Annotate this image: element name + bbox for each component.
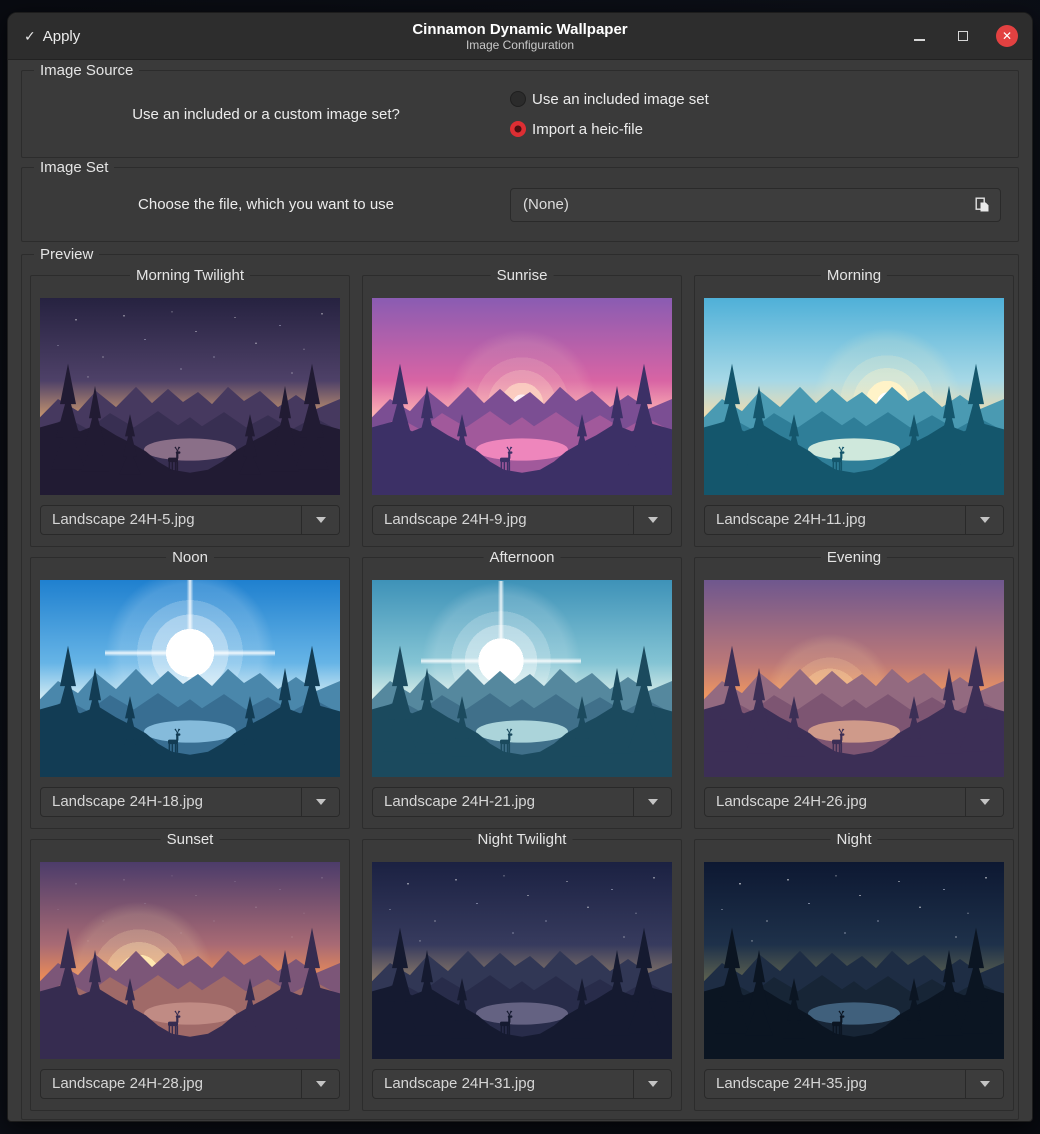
- landscape-scene: [372, 862, 672, 1059]
- image-select[interactable]: Landscape 24H-18.jpg: [40, 787, 340, 817]
- image-select[interactable]: Landscape 24H-5.jpg: [40, 505, 340, 535]
- check-icon: ✓: [24, 28, 36, 45]
- preview-cell-sunset: Sunset: [30, 839, 350, 1111]
- wallpaper-preview: [704, 862, 1004, 1059]
- image-select-value[interactable]: Landscape 24H-11.jpg: [705, 506, 965, 534]
- image-source-legend: Image Source: [34, 61, 139, 80]
- image-select-value[interactable]: Landscape 24H-5.jpg: [41, 506, 301, 534]
- wallpaper-preview: [40, 298, 340, 495]
- chevron-down-icon[interactable]: [301, 506, 339, 534]
- landscape-scene: [40, 580, 340, 777]
- cell-title: Night: [830, 830, 877, 849]
- app-window: ✓ Apply Cinnamon Dynamic Wallpaper Image…: [7, 12, 1033, 1122]
- preview-cell-afternoon: Afternoon: [362, 557, 682, 829]
- wallpaper-preview: [372, 580, 672, 777]
- landscape-scene: [40, 862, 340, 1059]
- preview-cell-morning: Morning: [694, 275, 1014, 547]
- chevron-down-icon[interactable]: [965, 788, 1003, 816]
- preview-section: Preview Morning Twilight: [21, 254, 1019, 1120]
- image-select[interactable]: Landscape 24H-11.jpg: [704, 505, 1004, 535]
- image-select[interactable]: Landscape 24H-21.jpg: [372, 787, 672, 817]
- file-chooser-value: (None): [511, 196, 974, 213]
- chevron-down-icon[interactable]: [301, 1070, 339, 1098]
- landscape-scene: [372, 580, 672, 777]
- file-chooser-button[interactable]: (None): [510, 188, 1001, 222]
- image-select-value[interactable]: Landscape 24H-35.jpg: [705, 1070, 965, 1098]
- image-select[interactable]: Landscape 24H-26.jpg: [704, 787, 1004, 817]
- chevron-down-icon[interactable]: [633, 506, 671, 534]
- wallpaper-preview: [372, 298, 672, 495]
- titlebar: ✓ Apply Cinnamon Dynamic Wallpaper Image…: [8, 13, 1032, 60]
- preview-cell-night-twilight: Night Twilight: [362, 839, 682, 1111]
- landscape-scene: [704, 862, 1004, 1059]
- image-select-value[interactable]: Landscape 24H-21.jpg: [373, 788, 633, 816]
- landscape-scene: [704, 298, 1004, 495]
- titlebar-titles: Cinnamon Dynamic Wallpaper Image Configu…: [8, 13, 1032, 59]
- wallpaper-preview: [372, 862, 672, 1059]
- chevron-down-icon[interactable]: [633, 788, 671, 816]
- file-copy-icon: [974, 197, 990, 213]
- wallpaper-preview: [704, 298, 1004, 495]
- apply-button[interactable]: ✓ Apply: [8, 13, 96, 59]
- radio-icon: [510, 91, 526, 107]
- radio-included-image-set[interactable]: Use an included image set: [510, 91, 709, 108]
- maximize-button[interactable]: [952, 25, 974, 47]
- close-button[interactable]: ✕: [996, 25, 1018, 47]
- chevron-down-icon[interactable]: [965, 506, 1003, 534]
- preview-grid: Morning Twilight: [30, 275, 1010, 1111]
- image-source-section: Image Source Use an included or a custom…: [21, 70, 1019, 158]
- radio-import-heic[interactable]: Import a heic-file: [510, 121, 709, 138]
- image-select[interactable]: Landscape 24H-28.jpg: [40, 1069, 340, 1099]
- file-chooser-label: Choose the file, which you want to use: [22, 196, 510, 213]
- cell-title: Sunset: [161, 830, 220, 849]
- landscape-scene: [704, 580, 1004, 777]
- wallpaper-preview: [40, 580, 340, 777]
- image-source-question: Use an included or a custom image set?: [22, 106, 510, 123]
- cell-title: Morning: [821, 266, 887, 285]
- wallpaper-preview: [704, 580, 1004, 777]
- landscape-scene: [40, 298, 340, 495]
- minimize-button[interactable]: [908, 25, 930, 47]
- image-select[interactable]: Landscape 24H-31.jpg: [372, 1069, 672, 1099]
- image-select-value[interactable]: Landscape 24H-9.jpg: [373, 506, 633, 534]
- preview-legend: Preview: [34, 245, 99, 264]
- chevron-down-icon[interactable]: [301, 788, 339, 816]
- window-subtitle: Image Configuration: [466, 38, 574, 52]
- preview-cell-morning-twilight: Morning Twilight: [30, 275, 350, 547]
- cell-title: Noon: [166, 548, 214, 567]
- image-set-legend: Image Set: [34, 158, 114, 177]
- chevron-down-icon[interactable]: [965, 1070, 1003, 1098]
- image-select-value[interactable]: Landscape 24H-28.jpg: [41, 1070, 301, 1098]
- cell-title: Morning Twilight: [130, 266, 250, 285]
- image-select-value[interactable]: Landscape 24H-26.jpg: [705, 788, 965, 816]
- image-select[interactable]: Landscape 24H-35.jpg: [704, 1069, 1004, 1099]
- image-select-value[interactable]: Landscape 24H-31.jpg: [373, 1070, 633, 1098]
- chevron-down-icon[interactable]: [633, 1070, 671, 1098]
- preview-cell-sunrise: Sunrise: [362, 275, 682, 547]
- minimize-icon: [914, 39, 925, 41]
- close-icon: ✕: [1002, 30, 1012, 42]
- cell-title: Afternoon: [483, 548, 560, 567]
- preview-cell-evening: Evening: [694, 557, 1014, 829]
- preview-cell-noon: Noon: [30, 557, 350, 829]
- landscape-scene: [372, 298, 672, 495]
- window-title: Cinnamon Dynamic Wallpaper: [412, 21, 627, 38]
- maximize-icon: [958, 31, 968, 41]
- radio-icon: [510, 121, 526, 137]
- apply-label: Apply: [43, 28, 81, 45]
- cell-title: Night Twilight: [472, 830, 573, 849]
- image-source-options: Use an included image set Import a heic-…: [510, 91, 709, 138]
- cell-title: Evening: [821, 548, 887, 567]
- image-set-section: Image Set Choose the file, which you wan…: [21, 167, 1019, 242]
- image-select-value[interactable]: Landscape 24H-18.jpg: [41, 788, 301, 816]
- image-select[interactable]: Landscape 24H-9.jpg: [372, 505, 672, 535]
- preview-cell-night: Night: [694, 839, 1014, 1111]
- cell-title: Sunrise: [491, 266, 554, 285]
- wallpaper-preview: [40, 862, 340, 1059]
